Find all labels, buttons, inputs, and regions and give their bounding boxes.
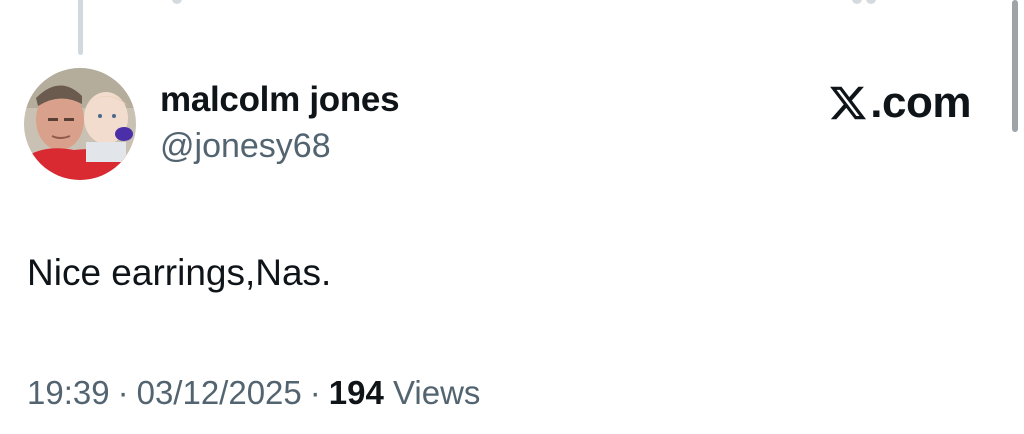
- x-com-logo: .com: [828, 80, 971, 126]
- cropped-icon-fragment: [172, 0, 182, 4]
- cropped-icon-fragment: [866, 0, 876, 4]
- views-label: Views: [393, 374, 481, 411]
- scrollbar[interactable]: [1012, 0, 1018, 132]
- x-logo-icon: [828, 83, 868, 123]
- tweet-metadata: 19:39 · 03/12/2025 · 194 Views: [27, 374, 480, 412]
- views-count[interactable]: 194: [329, 374, 384, 411]
- separator-dot: ·: [117, 374, 129, 411]
- avatar-photo: [24, 68, 136, 180]
- author-display-name[interactable]: malcolm jones: [160, 80, 400, 120]
- tweet-time[interactable]: 19:39: [27, 374, 110, 411]
- tweet-date[interactable]: 03/12/2025: [137, 374, 302, 411]
- tweet-text: Nice earrings,Nas.: [27, 252, 332, 293]
- avatar[interactable]: [24, 68, 136, 180]
- cropped-icon-fragment: [852, 0, 862, 4]
- logo-text: .com: [870, 78, 971, 127]
- author-handle[interactable]: @jonesy68: [160, 127, 331, 166]
- thread-connector-line: [78, 0, 83, 55]
- separator-dot: ·: [309, 374, 321, 411]
